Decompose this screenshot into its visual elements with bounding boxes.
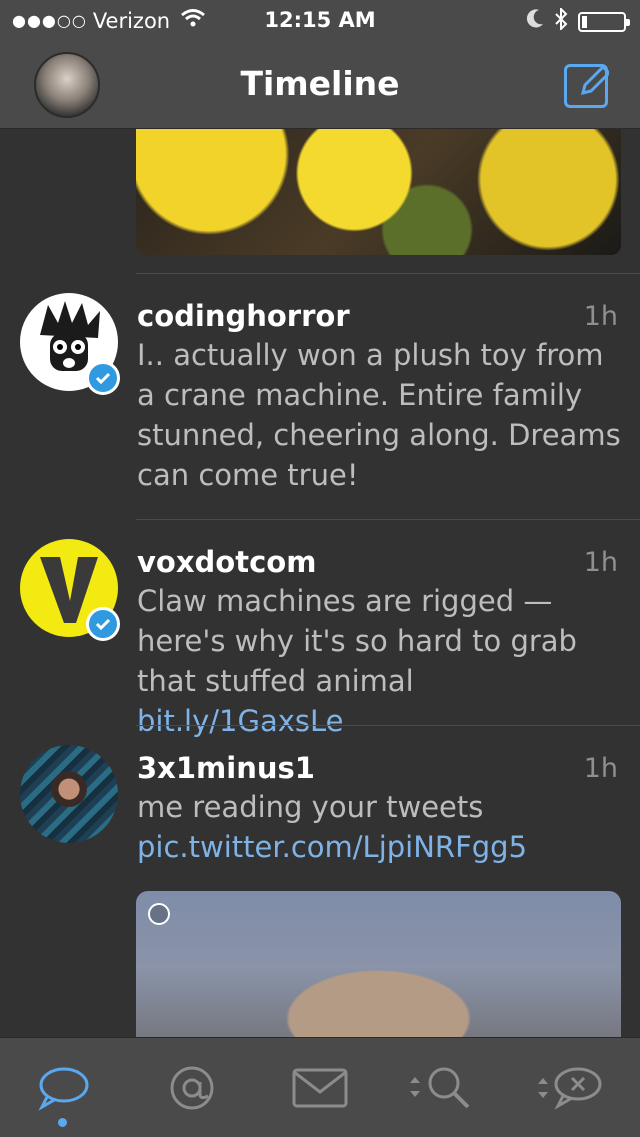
tweet-link[interactable]: bit.ly/1GaxsLe [137,704,344,738]
muted-bubble-icon [538,1067,602,1110]
tab-mentions[interactable] [152,1060,232,1116]
avatar-3x1minus1[interactable] [20,745,118,843]
verified-badge-icon [86,607,120,641]
moon-icon [526,9,544,34]
timeline-bubble-icon [38,1067,89,1111]
bluetooth-icon [554,6,568,35]
tweet-body: me reading your tweets [137,790,484,824]
tweet-body: Claw machines are rigged — here's why it… [137,584,577,698]
page-title: Timeline [240,64,400,103]
tweet-time: 1h [583,547,618,578]
battery-icon [578,11,630,32]
compose-button[interactable] [564,64,609,108]
verified-badge-icon [86,361,120,395]
tweet-text: Claw machines are rigged — here's why it… [137,581,627,741]
active-tab-indicator [58,1118,67,1127]
tweet-time: 1h [583,753,618,784]
timeline[interactable]: codinghorror 1h I.. actually won a plush… [0,129,640,1037]
messages-icon [292,1068,348,1108]
search-icon [410,1067,470,1109]
tab-search[interactable] [400,1060,480,1116]
username[interactable]: voxdotcom [137,545,316,579]
tweet-text: me reading your tweets pic.twitter.com/Lj… [137,787,627,867]
username[interactable]: 3x1minus1 [137,751,315,785]
tab-muted[interactable] [528,1060,608,1116]
tab-timeline[interactable] [24,1060,104,1116]
tweet-time: 1h [583,301,618,332]
media-image[interactable] [136,891,621,1037]
tweet-text: I.. actually won a plush toy from a cran… [137,338,621,492]
compose-icon [580,64,609,96]
tab-bar [0,1037,640,1137]
divider [136,519,640,520]
mentions-icon [170,1066,214,1110]
media-icon [148,903,170,925]
username[interactable]: codinghorror [137,299,350,333]
status-bar: ●●●○○ Verizon 12:15 AM [0,0,640,40]
status-right [526,6,630,35]
tweet-link[interactable]: pic.twitter.com/LjpiNRFgg5 [137,830,527,864]
nav-bar: Timeline [0,40,640,129]
divider [136,273,640,274]
tab-messages[interactable] [280,1060,360,1116]
divider [136,725,640,726]
media-image-previous[interactable] [136,129,621,255]
